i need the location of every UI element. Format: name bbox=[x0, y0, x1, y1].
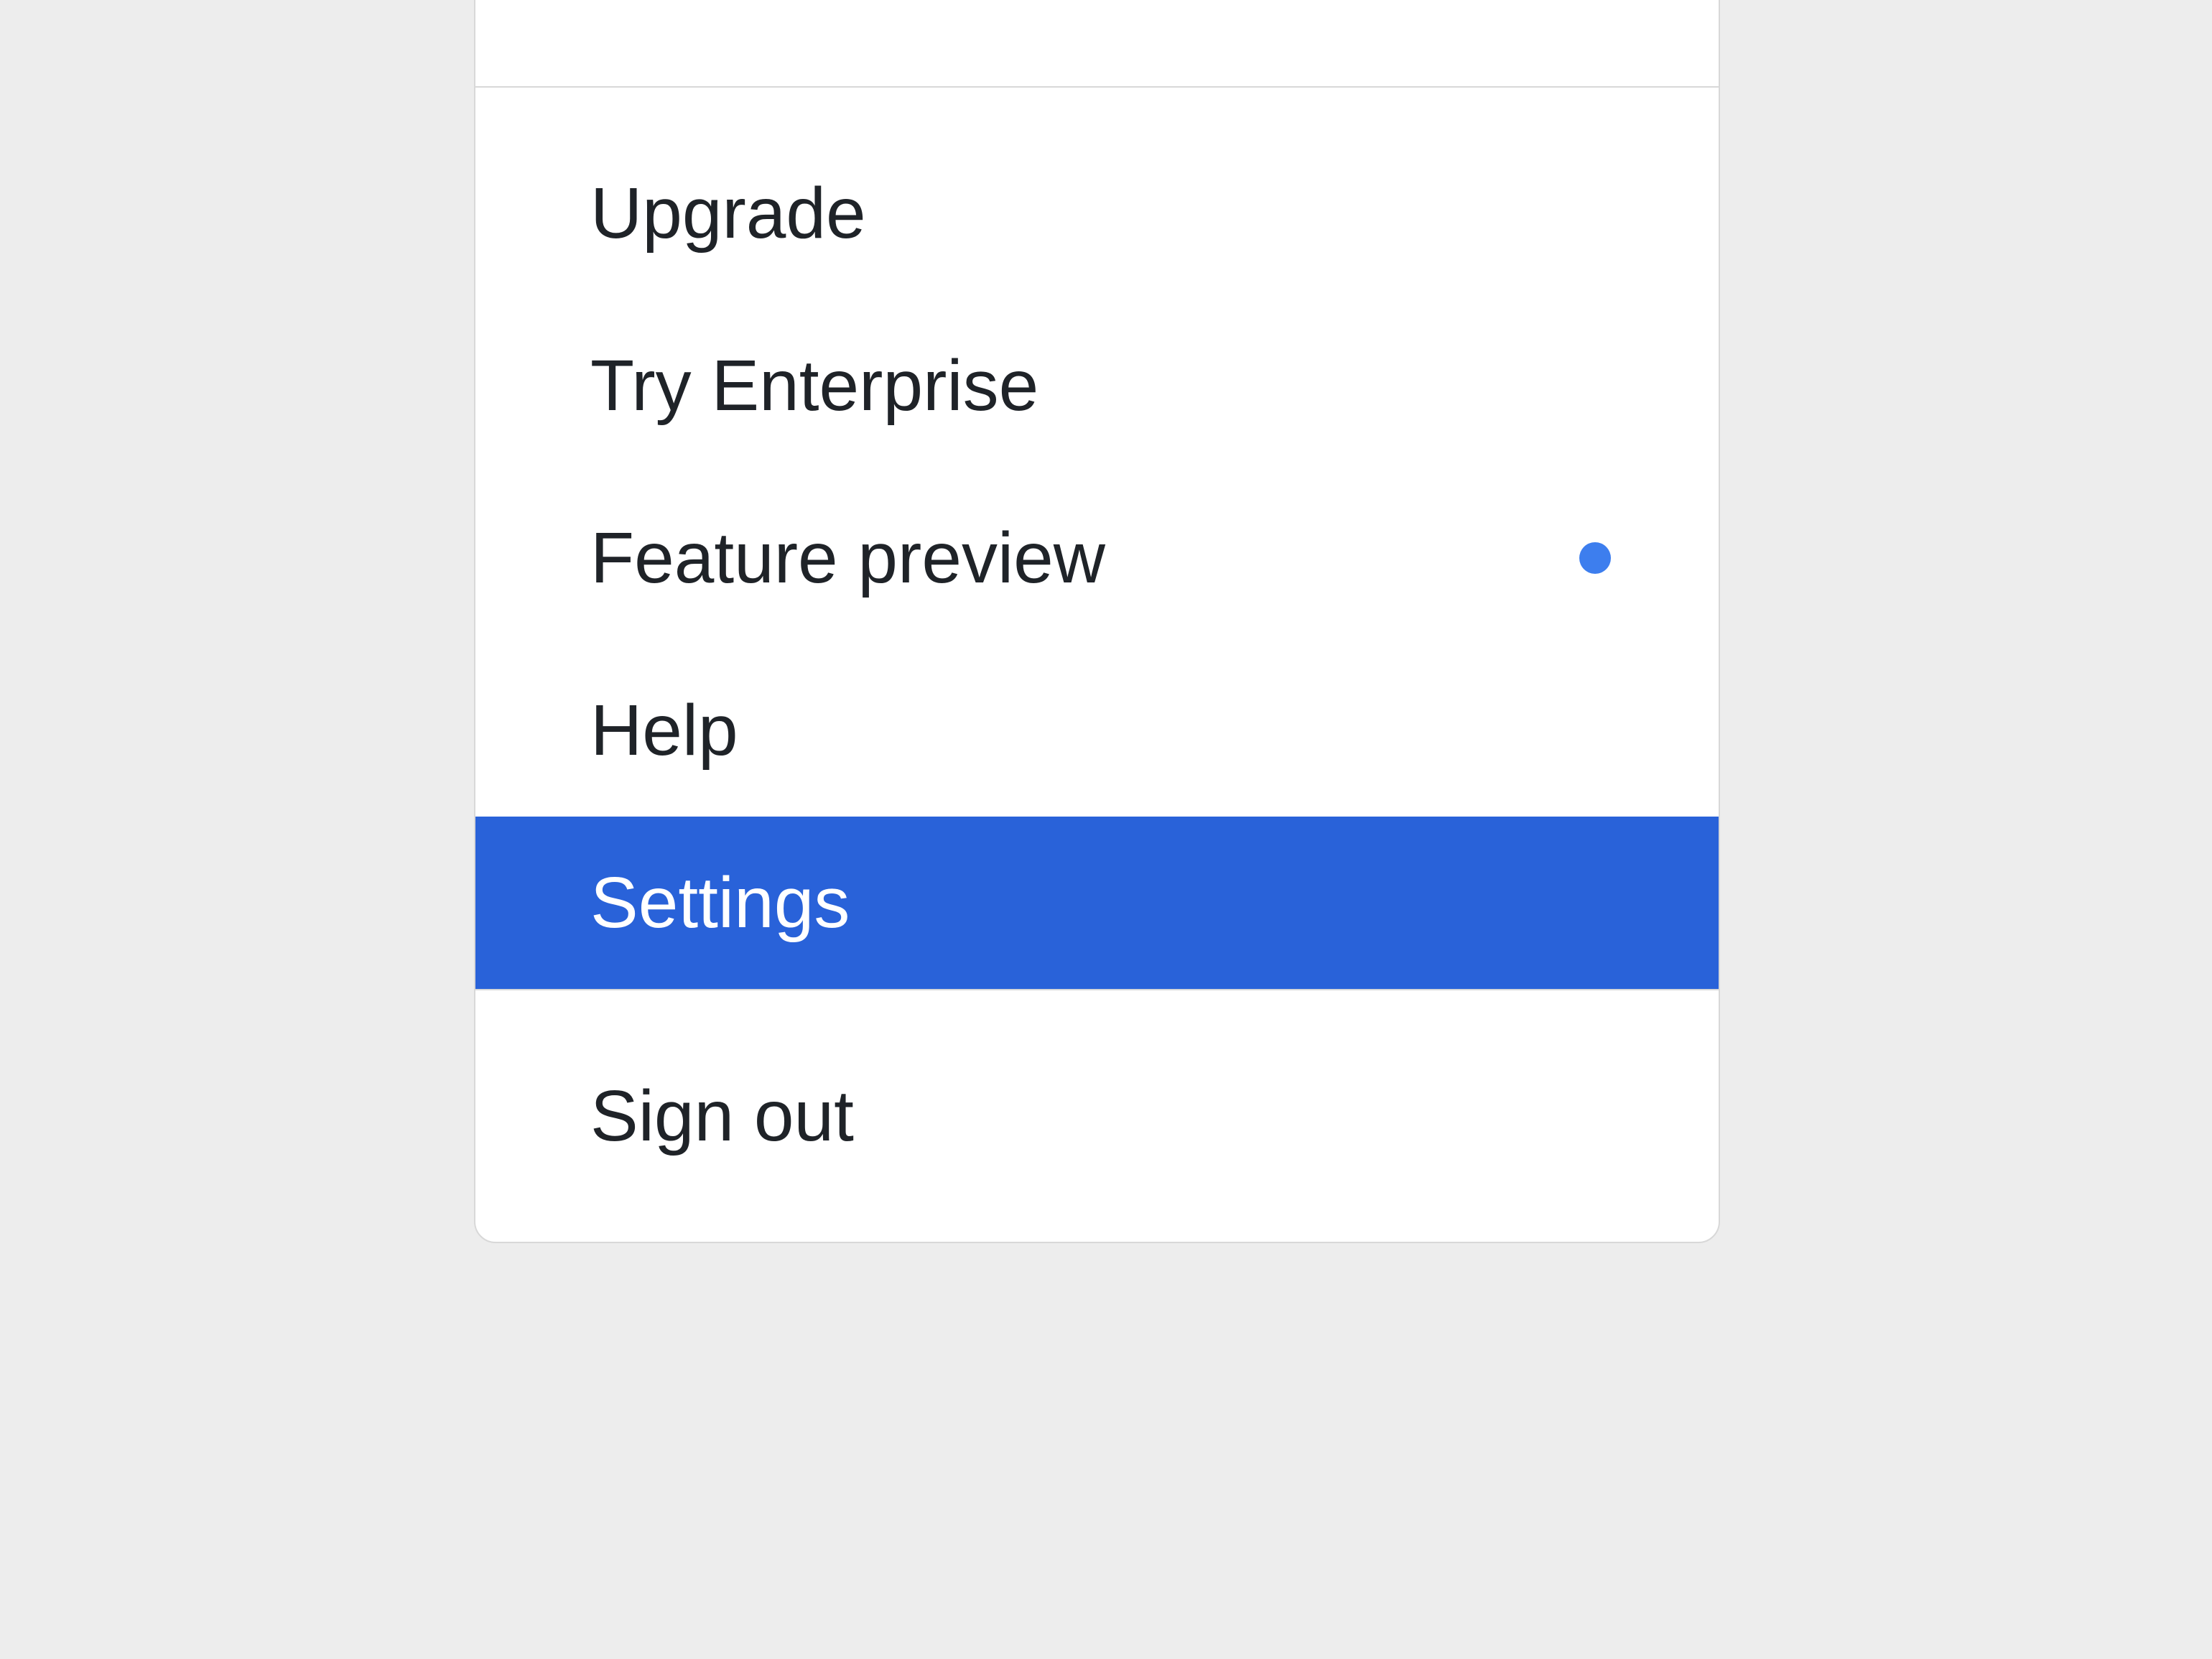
menu-item-label: Upgrade bbox=[590, 167, 866, 260]
menu-item-label: Try Enterprise bbox=[590, 339, 1038, 432]
menu-item-label: Sign out bbox=[590, 1069, 854, 1163]
menu-item-label: Help bbox=[590, 684, 738, 777]
menu-section-top bbox=[475, 0, 1719, 88]
menu-item-label: Feature preview bbox=[590, 511, 1105, 605]
menu-section-main: Upgrade Try Enterprise Feature preview H… bbox=[475, 88, 1719, 990]
user-menu-panel: Upgrade Try Enterprise Feature preview H… bbox=[474, 0, 1720, 1243]
menu-section-bottom: Sign out bbox=[475, 990, 1719, 1242]
menu-item-help[interactable]: Help bbox=[475, 644, 1719, 817]
menu-item-try-enterprise[interactable]: Try Enterprise bbox=[475, 299, 1719, 472]
indicator-dot-icon bbox=[1579, 542, 1611, 574]
menu-item-label: Settings bbox=[590, 856, 850, 949]
menu-item-feature-preview[interactable]: Feature preview bbox=[475, 472, 1719, 644]
menu-item-settings[interactable]: Settings bbox=[475, 817, 1719, 989]
menu-item-sign-out[interactable]: Sign out bbox=[475, 1030, 1719, 1202]
menu-item-upgrade[interactable]: Upgrade bbox=[475, 127, 1719, 299]
